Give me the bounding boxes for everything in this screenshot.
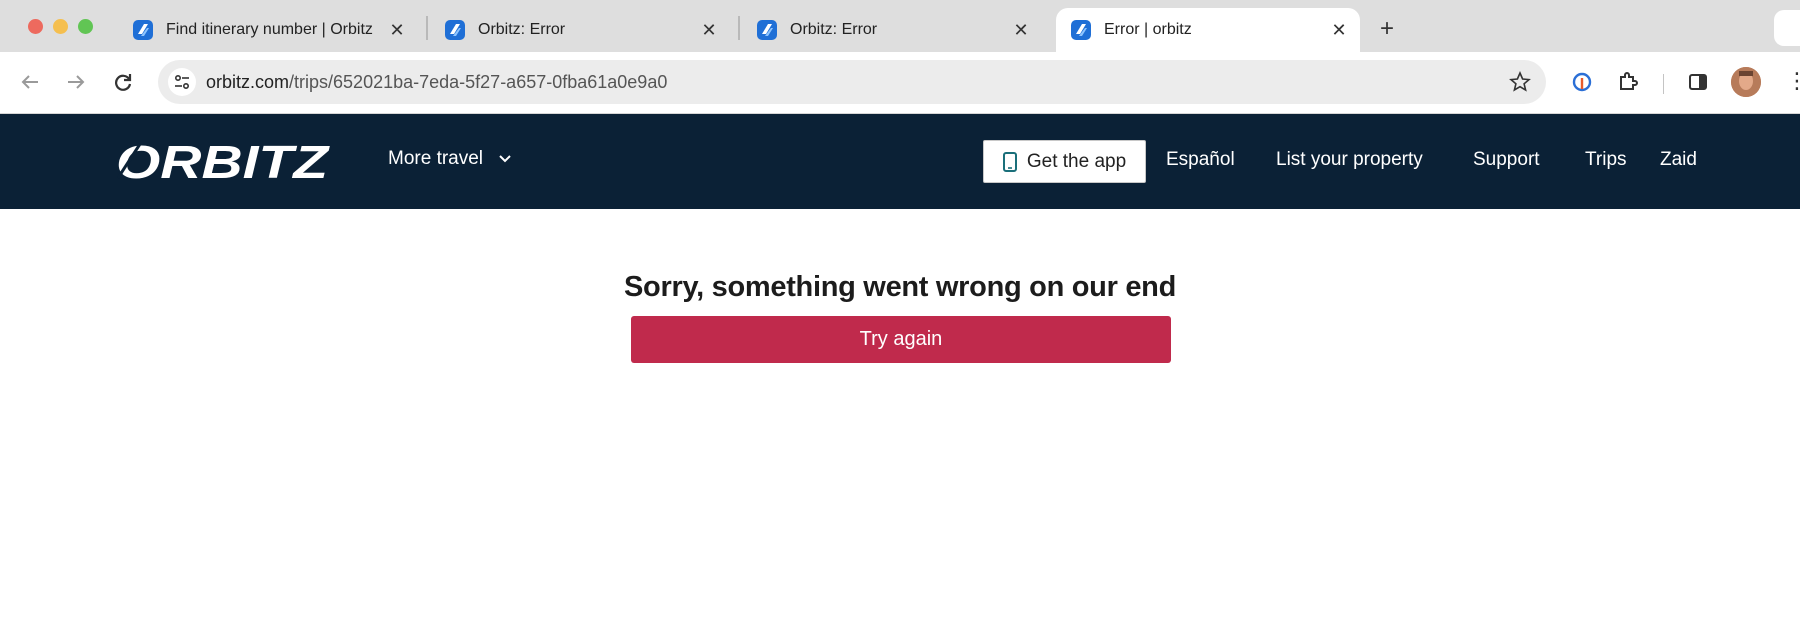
tab-search-button[interactable] xyxy=(1774,10,1800,46)
orbitz-favicon-icon xyxy=(757,20,777,40)
account-menu-link[interactable]: Zaid xyxy=(1660,149,1697,171)
tab-title: Find itinerary number | Orbitz xyxy=(166,21,373,38)
url-text[interactable]: orbitz.com/trips/652021ba-7eda-5f27-a657… xyxy=(206,72,667,93)
support-link[interactable]: Support xyxy=(1473,149,1540,171)
toolbar-divider xyxy=(1663,74,1664,94)
tab-title: Orbitz: Error xyxy=(478,21,566,38)
address-bar[interactable]: orbitz.com/trips/652021ba-7eda-5f27-a657… xyxy=(158,60,1546,104)
more-travel-menu[interactable]: More travel xyxy=(388,148,513,170)
browser-tab-2[interactable]: Orbitz: Error ✕ xyxy=(430,8,730,52)
tab-title: Orbitz: Error xyxy=(790,21,878,38)
more-travel-label: More travel xyxy=(388,148,484,169)
get-the-app-label: Get the app xyxy=(1026,150,1127,172)
close-tab-icon[interactable]: ✕ xyxy=(384,17,410,43)
side-panel-icon[interactable] xyxy=(1684,68,1712,96)
browser-tab-4-active[interactable]: Error | orbitz ✕ xyxy=(1056,8,1360,52)
site-settings-icon[interactable] xyxy=(168,68,196,96)
site-header: ORBITZ More travel Get the app Español L… xyxy=(0,114,1800,209)
tab-separator xyxy=(738,16,740,40)
browser-tab-1[interactable]: Find itinerary number | Orbitz ✕ xyxy=(118,8,418,52)
maximize-window-button[interactable] xyxy=(78,19,93,34)
trips-link[interactable]: Trips xyxy=(1585,149,1627,171)
browser-toolbar: orbitz.com/trips/652021ba-7eda-5f27-a657… xyxy=(0,52,1800,114)
bookmark-star-icon[interactable] xyxy=(1508,70,1532,94)
chevron-down-icon xyxy=(499,155,511,163)
profile-avatar[interactable] xyxy=(1731,67,1761,97)
close-tab-icon[interactable]: ✕ xyxy=(696,17,722,43)
error-heading: Sorry, something went wrong on our end xyxy=(624,271,1176,303)
minimize-window-button[interactable] xyxy=(53,19,68,34)
orbitz-logo[interactable]: ORBITZ xyxy=(114,136,336,188)
reload-icon[interactable] xyxy=(107,66,139,98)
browser-tab-strip: Find itinerary number | Orbitz ✕ Orbitz:… xyxy=(0,0,1800,52)
orbitz-favicon-icon xyxy=(133,20,153,40)
browser-tab-3[interactable]: Orbitz: Error ✕ xyxy=(742,8,1042,52)
espanol-link[interactable]: Español xyxy=(1166,149,1235,171)
extensions-puzzle-icon[interactable] xyxy=(1614,68,1642,96)
url-path: /trips/652021ba-7eda-5f27-a657-0fba61a0e… xyxy=(289,72,668,92)
try-again-button[interactable]: Try again xyxy=(631,316,1171,363)
extension-blue-icon[interactable] xyxy=(1568,68,1596,96)
url-domain: orbitz.com xyxy=(206,72,290,92)
close-tab-icon[interactable]: ✕ xyxy=(1008,17,1034,43)
forward-icon[interactable] xyxy=(60,66,92,98)
back-icon[interactable] xyxy=(14,66,46,98)
close-window-button[interactable] xyxy=(28,19,43,34)
orbitz-favicon-icon xyxy=(1071,20,1091,40)
phone-icon xyxy=(1002,151,1017,172)
list-your-property-link[interactable]: List your property xyxy=(1276,149,1423,171)
orbitz-logo-text: ORBITZ xyxy=(116,138,330,184)
orbitz-favicon-icon xyxy=(445,20,465,40)
browser-menu-icon[interactable]: ⋮ xyxy=(1786,68,1800,96)
tab-separator xyxy=(426,16,428,40)
tab-title: Error | orbitz xyxy=(1104,21,1192,38)
get-the-app-button[interactable]: Get the app xyxy=(983,140,1146,183)
plus-icon[interactable]: + xyxy=(1372,14,1402,44)
close-tab-icon[interactable]: ✕ xyxy=(1326,17,1352,43)
